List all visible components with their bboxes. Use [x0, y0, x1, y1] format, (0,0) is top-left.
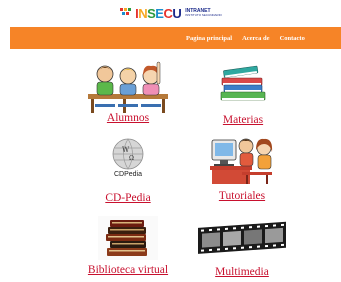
tile-label-cdpedia[interactable]: CD-Pedia — [93, 192, 163, 204]
logo-dots-icon — [119, 8, 133, 18]
tile-tutoriales[interactable]: Tutoriales — [202, 132, 282, 206]
tile-label-materias[interactable]: Materias — [212, 114, 274, 126]
tile-multimedia[interactable]: Multimedia — [196, 216, 288, 280]
books-icon — [220, 65, 266, 101]
tile-label-multimedia[interactable]: Multimedia — [196, 266, 288, 278]
nav-item-home[interactable]: Pagina principal — [186, 35, 232, 42]
svg-text:Ω: Ω — [129, 155, 134, 162]
cdpedia-logo-text: CDPedia — [113, 171, 142, 178]
nav-bar: Pagina principal Acerca de Contacto — [10, 27, 341, 49]
nav-item-about[interactable]: Acerca de — [242, 35, 270, 42]
tile-materias[interactable]: Materias — [212, 64, 274, 130]
logo-subtitle: INTRANET INSTITUTO SECUNDARIO — [185, 9, 222, 17]
book-stack-icon — [98, 216, 158, 260]
tile-label-alumnos[interactable]: Alumnos — [83, 112, 173, 124]
tile-alumnos[interactable]: Alumnos — [83, 56, 173, 132]
kids-computer-icon — [210, 138, 273, 184]
tile-cdpedia[interactable]: W Ω CDPedia CD-Pedia — [93, 138, 163, 210]
students-icon — [88, 61, 168, 113]
logo-brand: INSECU — [135, 5, 182, 21]
nav-item-contact[interactable]: Contacto — [280, 35, 305, 42]
site-logo[interactable]: INSECU INTRANET INSTITUTO SECUNDARIO — [119, 6, 222, 21]
tile-label-tutoriales[interactable]: Tutoriales — [202, 190, 282, 202]
svg-text:W: W — [122, 146, 130, 154]
film-strip-icon — [198, 221, 286, 254]
logo-line2: INSTITUTO SECUNDARIO — [185, 13, 222, 17]
tile-biblioteca[interactable]: Biblioteca virtual — [80, 214, 176, 280]
tile-label-biblioteca[interactable]: Biblioteca virtual — [80, 264, 176, 276]
site-header: INSECU INTRANET INSTITUTO SECUNDARIO — [0, 0, 341, 26]
